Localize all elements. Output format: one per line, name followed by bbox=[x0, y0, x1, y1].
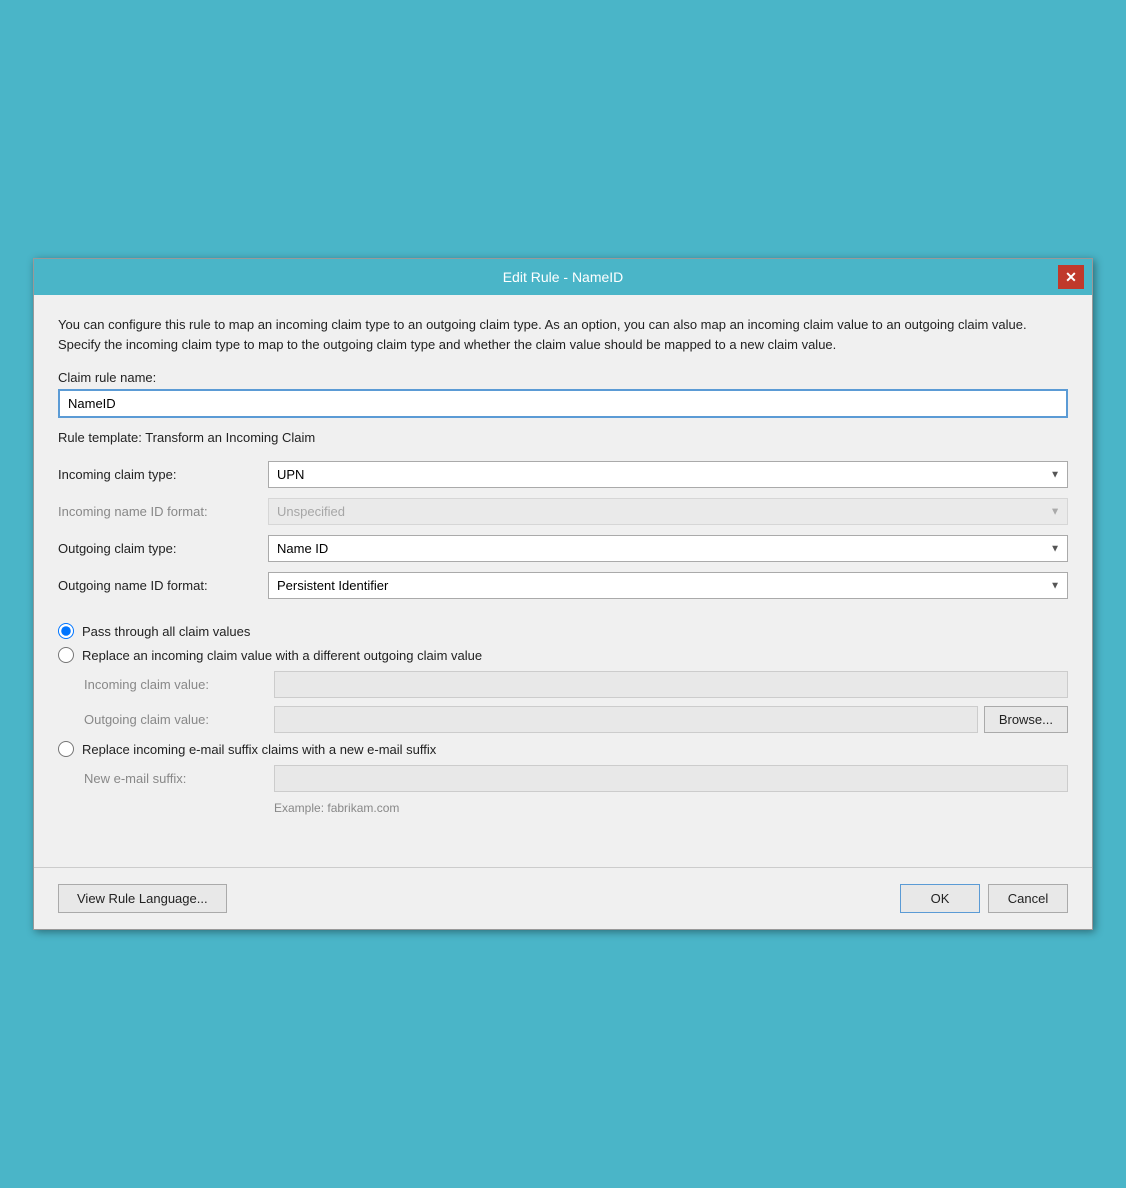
incoming-name-id-format-control: Unspecified Email Persistent Transient ▼ bbox=[268, 498, 1068, 525]
incoming-claim-type-select[interactable]: UPN E-Mail Address Name Common Name bbox=[268, 461, 1068, 488]
replace-email-label[interactable]: Replace incoming e-mail suffix claims wi… bbox=[82, 742, 436, 757]
incoming-claim-type-control: UPN E-Mail Address Name Common Name bbox=[268, 461, 1068, 488]
outgoing-claim-value-row: Outgoing claim value: Browse... bbox=[84, 706, 1068, 733]
incoming-claim-value-input[interactable] bbox=[274, 671, 1068, 698]
description-text: You can configure this rule to map an in… bbox=[58, 315, 1068, 354]
view-rule-language-button[interactable]: View Rule Language... bbox=[58, 884, 227, 913]
claim-rule-name-label: Claim rule name: bbox=[58, 370, 1068, 385]
browse-button[interactable]: Browse... bbox=[984, 706, 1068, 733]
replace-email-option: Replace incoming e-mail suffix claims wi… bbox=[58, 741, 1068, 757]
outgoing-claim-type-wrapper: Name ID E-Mail Address UPN Name bbox=[268, 535, 1068, 562]
new-email-suffix-row: New e-mail suffix: bbox=[84, 765, 1068, 792]
outgoing-name-id-format-row: Outgoing name ID format: Persistent Iden… bbox=[58, 572, 1068, 599]
ok-button[interactable]: OK bbox=[900, 884, 980, 913]
outgoing-claim-type-control: Name ID E-Mail Address UPN Name bbox=[268, 535, 1068, 562]
pass-through-radio[interactable] bbox=[58, 623, 74, 639]
incoming-claim-type-label: Incoming claim type: bbox=[58, 467, 268, 482]
outgoing-name-id-format-label: Outgoing name ID format: bbox=[58, 578, 268, 593]
outgoing-claim-type-select[interactable]: Name ID E-Mail Address UPN Name bbox=[268, 535, 1068, 562]
example-text: Example: fabrikam.com bbox=[84, 800, 1068, 815]
outgoing-name-id-format-control: Persistent Identifier Transient Identifi… bbox=[268, 572, 1068, 599]
claim-rule-name-input[interactable] bbox=[58, 389, 1068, 418]
footer: View Rule Language... OK Cancel bbox=[34, 867, 1092, 929]
pass-through-label[interactable]: Pass through all claim values bbox=[82, 624, 250, 639]
incoming-name-id-format-row: Incoming name ID format: Unspecified Ema… bbox=[58, 498, 1068, 525]
outgoing-claim-value-input[interactable] bbox=[274, 706, 978, 733]
outgoing-claim-value-label: Outgoing claim value: bbox=[84, 712, 274, 727]
titlebar: Edit Rule - NameID ✕ bbox=[34, 259, 1092, 295]
dialog-title: Edit Rule - NameID bbox=[68, 269, 1058, 285]
dialog-window: Edit Rule - NameID ✕ You can configure t… bbox=[33, 258, 1093, 930]
outgoing-claim-type-row: Outgoing claim type: Name ID E-Mail Addr… bbox=[58, 535, 1068, 562]
example-text-label: Example: fabrikam.com bbox=[274, 801, 399, 815]
incoming-name-id-format-wrapper: Unspecified Email Persistent Transient ▼ bbox=[268, 498, 1068, 525]
replace-value-sub-fields: Incoming claim value: Outgoing claim val… bbox=[84, 671, 1068, 733]
rule-template-text: Rule template: Transform an Incoming Cla… bbox=[58, 430, 1068, 445]
new-email-suffix-label: New e-mail suffix: bbox=[84, 771, 274, 786]
outgoing-claim-value-control: Browse... bbox=[274, 706, 1068, 733]
pass-through-option: Pass through all claim values bbox=[58, 623, 1068, 639]
replace-value-label[interactable]: Replace an incoming claim value with a d… bbox=[82, 648, 482, 663]
footer-left: View Rule Language... bbox=[58, 884, 227, 913]
new-email-suffix-control bbox=[274, 765, 1068, 792]
new-email-suffix-input[interactable] bbox=[274, 765, 1068, 792]
cancel-button[interactable]: Cancel bbox=[988, 884, 1068, 913]
claim-rule-name-field: Claim rule name: bbox=[58, 370, 1068, 418]
outgoing-name-id-format-select[interactable]: Persistent Identifier Transient Identifi… bbox=[268, 572, 1068, 599]
incoming-claim-value-control bbox=[274, 671, 1068, 698]
footer-right: OK Cancel bbox=[900, 884, 1068, 913]
dialog-content: You can configure this rule to map an in… bbox=[34, 295, 1092, 843]
incoming-name-id-format-label: Incoming name ID format: bbox=[58, 504, 268, 519]
incoming-claim-value-label: Incoming claim value: bbox=[84, 677, 274, 692]
radio-group: Pass through all claim values Replace an… bbox=[58, 623, 1068, 815]
outgoing-name-id-format-wrapper: Persistent Identifier Transient Identifi… bbox=[268, 572, 1068, 599]
close-button[interactable]: ✕ bbox=[1058, 265, 1084, 289]
replace-email-sub-fields: New e-mail suffix: Example: fabrikam.com bbox=[84, 765, 1068, 815]
replace-value-radio[interactable] bbox=[58, 647, 74, 663]
outgoing-claim-type-label: Outgoing claim type: bbox=[58, 541, 268, 556]
incoming-claim-type-row: Incoming claim type: UPN E-Mail Address … bbox=[58, 461, 1068, 488]
incoming-claim-value-row: Incoming claim value: bbox=[84, 671, 1068, 698]
replace-email-radio[interactable] bbox=[58, 741, 74, 757]
incoming-name-id-format-select[interactable]: Unspecified Email Persistent Transient bbox=[268, 498, 1068, 525]
replace-value-option: Replace an incoming claim value with a d… bbox=[58, 647, 1068, 663]
incoming-claim-type-wrapper: UPN E-Mail Address Name Common Name bbox=[268, 461, 1068, 488]
